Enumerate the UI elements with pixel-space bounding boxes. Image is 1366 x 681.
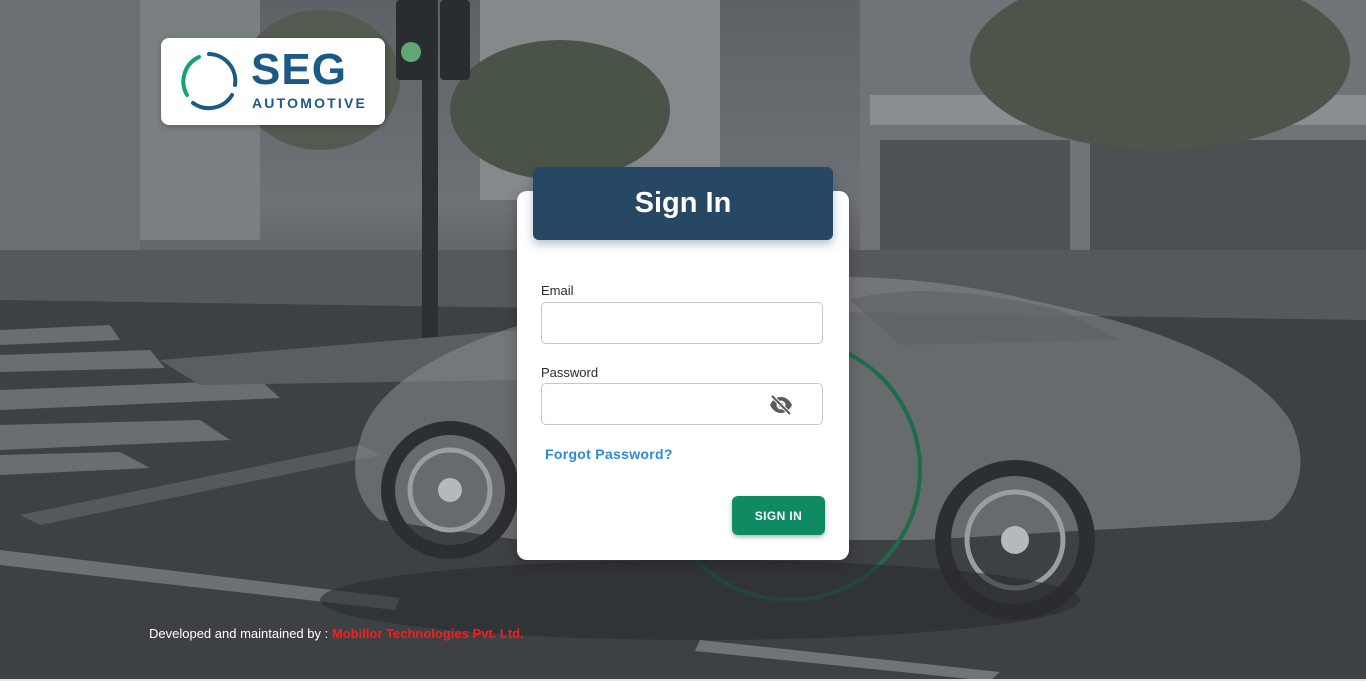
- seg-logo-ring-icon: [181, 52, 238, 111]
- footer-prefix: Developed and maintained by :: [149, 626, 332, 641]
- logo-brand-text: SEG: [251, 45, 347, 94]
- password-label: Password: [541, 365, 599, 380]
- sign-in-button[interactable]: SIGN IN: [732, 496, 825, 535]
- footer-company-link[interactable]: Mobillor Technologies Pvt. Ltd.: [332, 626, 524, 641]
- brand-logo: SEG AUTOMOTIVE: [161, 38, 385, 125]
- forgot-password-link[interactable]: Forgot Password?: [545, 446, 673, 462]
- eye-off-icon[interactable]: [768, 394, 794, 421]
- logo-subtitle-text: AUTOMOTIVE: [252, 95, 368, 111]
- login-card-header: Sign In: [533, 167, 833, 240]
- email-field[interactable]: [541, 302, 823, 344]
- footer-credit: Developed and maintained by : Mobillor T…: [149, 626, 524, 641]
- page-title: Sign In: [634, 187, 732, 219]
- email-label: Email: [541, 283, 574, 298]
